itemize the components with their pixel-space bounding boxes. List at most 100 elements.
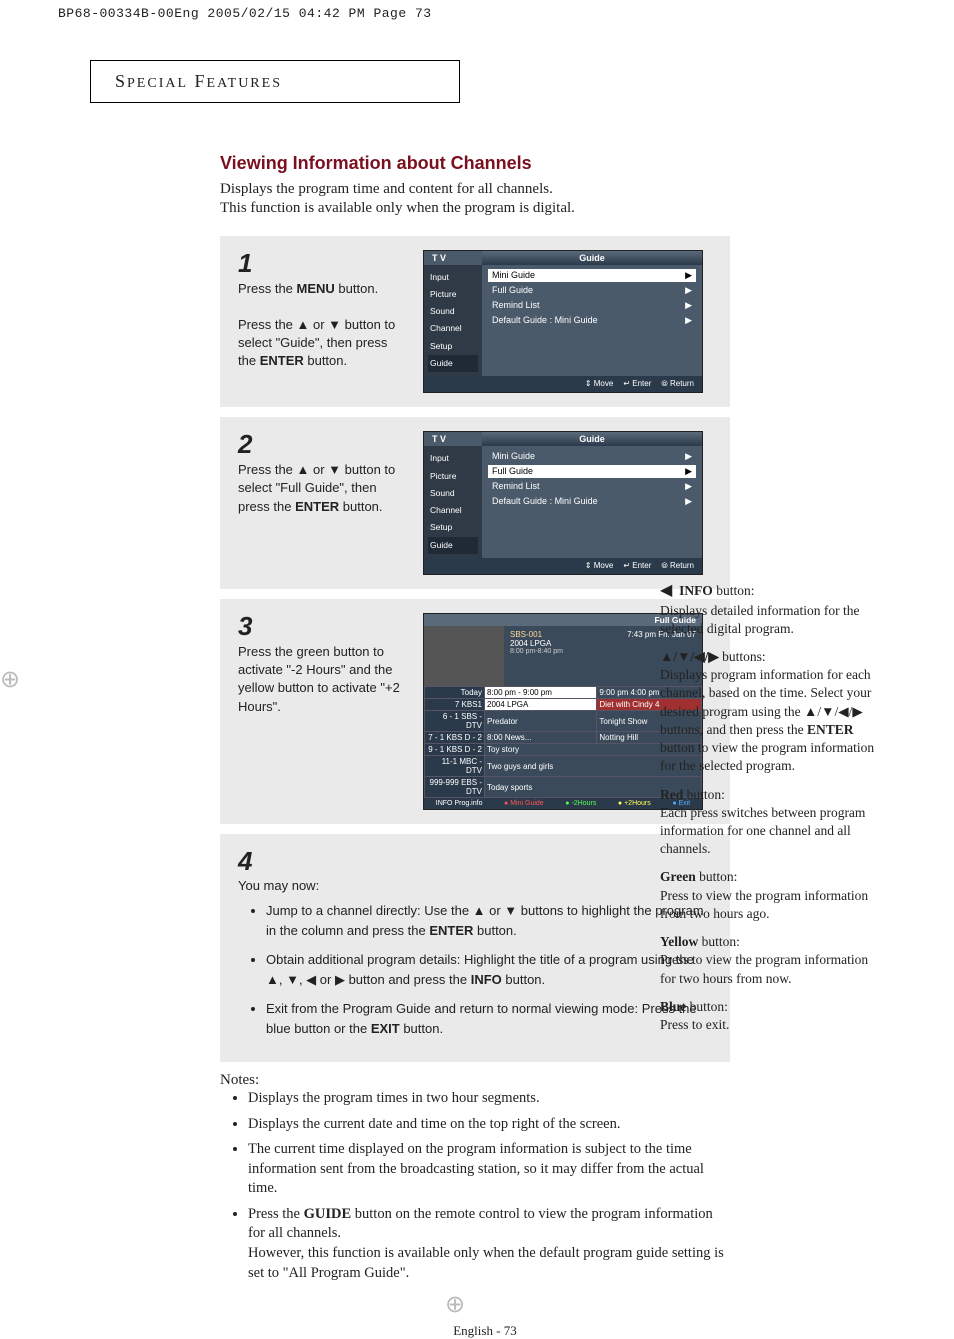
osd-menu-2: T VGuide Input Picture Sound Channel Set… — [423, 431, 703, 575]
sidebar-notes: ◀ INFO button: Displays detailed informat… — [660, 580, 880, 1044]
side-input: Input — [428, 269, 478, 286]
blue-label: Blue — [660, 999, 686, 1014]
a: ▶ — [685, 285, 692, 296]
a: ▶ — [685, 466, 692, 477]
t: button to view the program information f… — [660, 740, 874, 773]
t: button. — [473, 923, 516, 938]
step-1-number: 1 — [238, 250, 403, 276]
c: 7 KBS1 — [425, 699, 485, 711]
t: button: — [696, 869, 738, 884]
r: Default Guide — [492, 315, 547, 325]
step-2-number: 2 — [238, 431, 403, 457]
r: Remind List — [492, 481, 540, 492]
t: ▲/▼/◀/▶ — [804, 704, 863, 719]
side-sound: Sound — [428, 485, 478, 502]
osd-main: Mini Guide▶ Full Guide▶ Remind List▶ Def… — [482, 446, 702, 558]
t: button. — [400, 1021, 443, 1036]
a: ▶ — [685, 270, 692, 281]
notes-list: Displays the program times in two hour s… — [248, 1089, 728, 1283]
r: Full Guide — [492, 285, 533, 296]
osd-sidebar: Input Picture Sound Channel Setup Guide — [424, 446, 482, 558]
step-3: 3 Press the green button to activate "-2… — [220, 599, 730, 824]
enter-label: ENTER — [429, 923, 473, 938]
guide-label: GUIDE — [304, 1206, 352, 1222]
f: ⇕ Move — [585, 561, 614, 571]
side-input: Input — [428, 450, 478, 467]
list-item: Exit from the Program Guide and return t… — [266, 999, 712, 1038]
info-label: INFO — [471, 972, 502, 987]
osd-title: Guide — [482, 432, 702, 446]
step-4: 4 You may now: Jump to a channel directl… — [220, 834, 730, 1062]
c: 8:00 pm - 9:00 pm — [485, 687, 597, 699]
step-3-number: 3 — [238, 613, 403, 639]
t: Press to view the program information fo… — [660, 952, 868, 985]
step-4-number: 4 — [238, 848, 712, 874]
enter-label: ENTER — [807, 722, 854, 737]
side-channel: Channel — [428, 502, 478, 519]
arrow-left-icon: ◀ — [660, 582, 672, 599]
info-label: INFO — [679, 583, 713, 598]
f: ● +2Hours — [618, 800, 651, 807]
t: Each press switches between program info… — [660, 805, 865, 856]
f: ↵ Enter — [623, 379, 651, 389]
t: button. — [335, 281, 378, 296]
step-2: 2 Press the ▲ or ▼ button to select "Ful… — [220, 417, 730, 589]
crop-header: BP68-00334B-00Eng 2005/02/15 04:42 PM Pa… — [58, 6, 432, 21]
side-guide: Guide — [428, 355, 478, 372]
t: Press the green button to activate "-2 H… — [238, 643, 403, 716]
t: Press the — [238, 281, 297, 296]
step-4-list: Jump to a channel directly: Use the ▲ or… — [238, 901, 712, 1038]
r: Mini Guide — [492, 270, 535, 281]
step-4-lead: You may now: — [238, 878, 712, 893]
osd-title: Guide — [482, 251, 702, 265]
t: Press to exit. — [660, 1017, 729, 1032]
c: 9 - 1 KBS D - 2 — [425, 744, 485, 756]
fg-preview — [424, 626, 504, 686]
c: Today — [425, 687, 485, 699]
step-1-text: 1 Press the MENU button. Press the ▲ or … — [238, 250, 403, 394]
enter-label: ENTER — [260, 353, 304, 368]
t: button: — [683, 787, 725, 802]
step-1: 1 Press the MENU button. Press the ▲ or … — [220, 236, 730, 408]
v: : Mini Guide — [550, 315, 598, 325]
intro-line-1: Displays the program time and content fo… — [220, 181, 553, 197]
v: : Mini Guide — [550, 496, 598, 506]
list-item: Jump to a channel directly: Use the ▲ or… — [266, 901, 712, 940]
r: Default Guide — [492, 496, 547, 506]
t: button. — [304, 353, 347, 368]
t: buttons: — [719, 649, 766, 664]
f: INFO Prog.info — [436, 800, 483, 807]
t: However, this function is available only… — [248, 1245, 724, 1281]
t: button. — [502, 972, 545, 987]
osd-tv: T V — [424, 432, 482, 446]
c: 8:00 News... — [485, 732, 597, 744]
t: Displays detailed information for the se… — [660, 603, 859, 636]
t: buttons, and then press the — [660, 722, 807, 737]
f: ● -2Hours — [565, 800, 596, 807]
a: ▶ — [685, 315, 692, 326]
red-label: Red — [660, 787, 683, 802]
t: Press to view the program information fr… — [660, 888, 868, 921]
step-2-text: 2 Press the ▲ or ▼ button to select "Ful… — [238, 431, 403, 575]
note-item: The current time displayed on the progra… — [248, 1140, 728, 1199]
enter-label: ENTER — [295, 499, 339, 514]
registration-mark-icon: ⊕ — [0, 665, 20, 694]
a: ▶ — [685, 451, 692, 462]
menu-label: MENU — [297, 281, 335, 296]
nav-buttons-label: ▲/▼/◀/▶ — [660, 649, 719, 664]
c: 7 - 1 KBS D - 2 — [425, 732, 485, 744]
c: 6 - 1 SBS - DTV — [425, 711, 485, 732]
t: button: — [686, 999, 728, 1014]
c: 11-1 MBC - DTV — [425, 756, 485, 777]
intro-text: Displays the program time and content fo… — [220, 180, 880, 218]
t: Press the — [248, 1206, 304, 1222]
note-item: Press the GUIDE button on the remote con… — [248, 1205, 728, 1283]
osd-tv: T V — [424, 251, 482, 265]
green-label: Green — [660, 869, 696, 884]
side-picture: Picture — [428, 286, 478, 303]
a: ▶ — [685, 300, 692, 311]
r: Mini Guide — [492, 451, 535, 462]
a: ▶ — [685, 481, 692, 492]
f: ↵ Enter — [623, 561, 651, 571]
a: ▶ — [685, 496, 692, 507]
